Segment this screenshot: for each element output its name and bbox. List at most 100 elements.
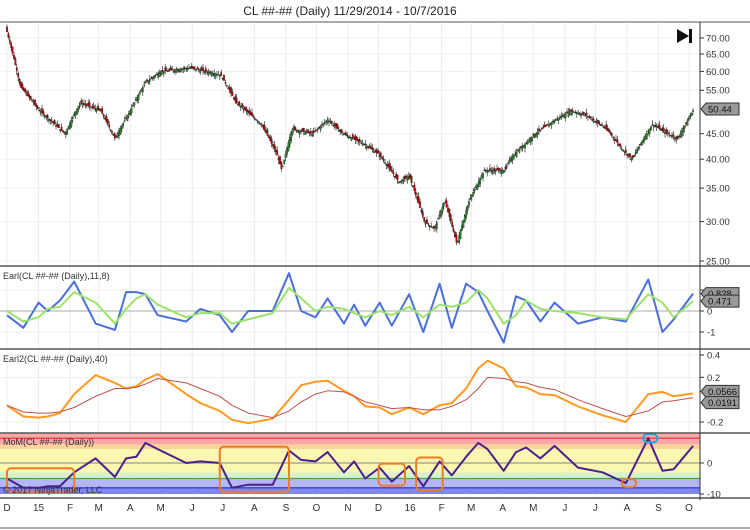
candle — [20, 82, 22, 88]
candle — [455, 234, 458, 243]
candle — [11, 46, 14, 54]
candle — [524, 143, 526, 149]
candle — [416, 196, 419, 200]
candle — [638, 144, 641, 146]
candle — [206, 71, 209, 73]
candle — [311, 133, 314, 137]
candle — [193, 66, 196, 69]
mom-band — [0, 487, 700, 494]
candle — [189, 67, 192, 69]
candle — [267, 135, 270, 139]
candle — [53, 120, 56, 125]
candle — [127, 113, 130, 115]
candle — [335, 123, 337, 128]
candle — [228, 87, 231, 91]
chart-svg[interactable]: D 15 F M A M J J A S O N D 16 F M A M J J A S O 70.00 65.00 60.00… — [0, 0, 750, 530]
candle — [140, 89, 143, 92]
candle — [336, 124, 339, 129]
candle — [283, 159, 286, 165]
candle — [91, 106, 94, 108]
candle — [615, 139, 617, 142]
candle — [218, 74, 221, 78]
candle — [256, 120, 259, 122]
candle — [556, 118, 559, 120]
candle — [361, 143, 364, 146]
candle — [62, 130, 64, 132]
candle — [168, 69, 171, 71]
candle — [27, 91, 29, 97]
candle — [620, 148, 623, 150]
candle — [196, 67, 199, 70]
candle — [489, 168, 491, 171]
candle — [634, 152, 637, 155]
candle — [560, 116, 563, 119]
x-tick-label: M — [94, 503, 102, 514]
candle — [39, 111, 42, 113]
candle — [473, 189, 476, 192]
candle — [375, 149, 378, 153]
mom-band — [0, 444, 700, 450]
candle — [43, 115, 46, 118]
candle — [553, 120, 556, 123]
candle — [176, 69, 179, 73]
candle — [405, 175, 407, 179]
candle — [48, 118, 50, 122]
candle — [354, 135, 357, 140]
candle — [87, 103, 90, 106]
candle — [129, 110, 132, 115]
candle — [465, 210, 468, 218]
candle — [17, 73, 20, 78]
candle — [497, 168, 500, 171]
candle — [171, 68, 174, 71]
candle — [658, 124, 661, 129]
candle — [462, 220, 465, 228]
candle — [293, 126, 295, 130]
y-tick-label: 35.00 — [706, 184, 730, 195]
candle — [347, 136, 350, 138]
candle — [679, 133, 682, 138]
candle — [190, 65, 193, 69]
candle — [637, 147, 640, 151]
candle — [391, 169, 393, 173]
candle — [148, 79, 151, 82]
candle — [162, 70, 165, 74]
x-tick-label: M — [529, 503, 537, 514]
candle — [602, 126, 605, 128]
candle — [253, 118, 256, 120]
candle — [678, 136, 680, 138]
candle — [291, 128, 294, 135]
candle — [147, 80, 150, 84]
candle — [224, 82, 227, 84]
candle — [69, 122, 71, 129]
candle — [490, 170, 493, 172]
candle — [174, 69, 176, 73]
candle — [234, 96, 237, 101]
chart-window: CL ##-## (Daily) 11/29/2014 - 10/7/2016 … — [0, 0, 750, 530]
candle — [230, 87, 232, 94]
candle — [237, 103, 239, 106]
candle — [563, 114, 566, 119]
candle — [15, 67, 18, 71]
candle — [98, 108, 101, 111]
candle — [433, 226, 435, 229]
candle — [533, 134, 536, 138]
candle — [687, 118, 690, 121]
candle — [650, 126, 652, 131]
candle — [220, 72, 223, 76]
candle — [112, 133, 115, 136]
candle — [207, 71, 210, 75]
candle — [153, 76, 155, 79]
candle — [673, 136, 676, 139]
candle — [342, 133, 344, 135]
candle — [255, 119, 258, 121]
candle — [242, 108, 245, 110]
candle — [349, 136, 351, 139]
y-tick-label: 60.00 — [706, 67, 730, 78]
candle — [692, 110, 694, 112]
candle — [592, 118, 595, 121]
candle — [158, 72, 161, 77]
candle — [400, 179, 403, 181]
scroll-to-end-button[interactable] — [677, 29, 692, 43]
candle — [130, 107, 133, 114]
candle — [540, 127, 543, 130]
